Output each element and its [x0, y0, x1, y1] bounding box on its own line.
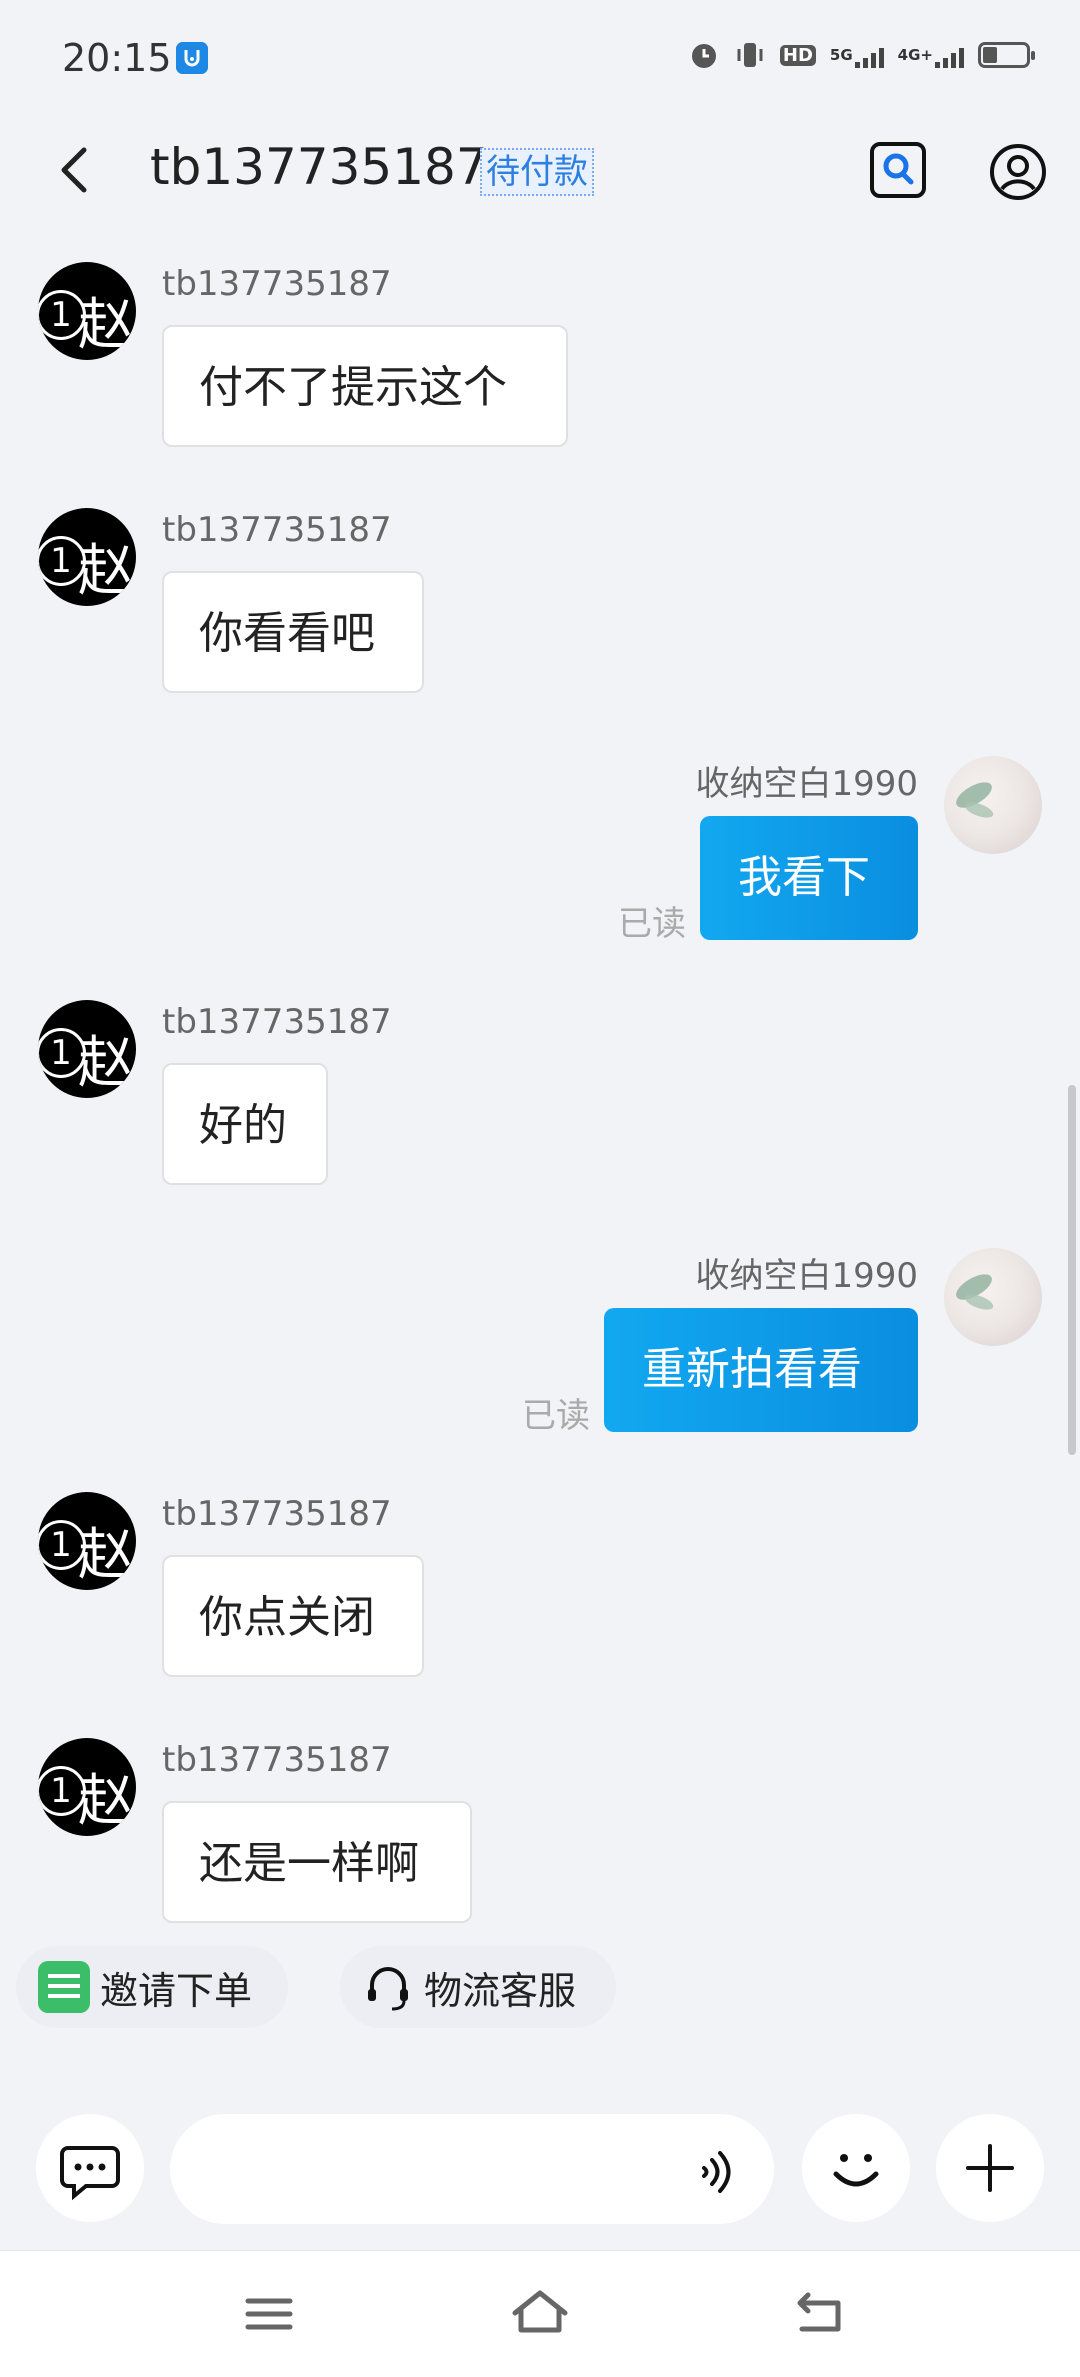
avatar[interactable] [944, 756, 1042, 854]
message-item: 1 赵 tb137735187 付不了提示这个 [0, 262, 1080, 462]
read-status: 已读 [522, 1396, 590, 1436]
back-button[interactable] [50, 142, 106, 198]
logistics-service-label: 物流客服 [424, 1968, 577, 2013]
message-item: 1 赵 tb137735187 你点关闭 [0, 1492, 1080, 1692]
avatar[interactable]: 1 赵 [38, 1492, 136, 1590]
message-item: 收纳空白1990 已读 重新拍看看 [0, 1248, 1080, 1448]
avatar[interactable]: 1 赵 [38, 262, 136, 360]
system-nav-bar [0, 2250, 1080, 2377]
headset-icon [362, 1961, 414, 2013]
search-button[interactable] [870, 142, 926, 198]
chat-mode-button[interactable] [36, 2114, 144, 2222]
voice-input-button[interactable] [690, 2144, 746, 2200]
more-button[interactable] [936, 2114, 1044, 2222]
emoji-button[interactable] [802, 2114, 910, 2222]
voice-icon [702, 2151, 731, 2193]
status-bar: 20:15 HD 5G 4G+ [0, 0, 1080, 120]
hd-icon: HD [779, 38, 816, 72]
avatar[interactable]: 1 赵 [38, 1000, 136, 1098]
signal-5g-icon: 5G [830, 38, 884, 72]
message-input[interactable] [170, 2114, 774, 2224]
sender-name: 收纳空白1990 [695, 1256, 918, 1296]
vibrate-icon [734, 38, 766, 72]
message-item: 1 赵 tb137735187 你看看吧 [0, 508, 1080, 708]
home-icon [512, 2290, 568, 2333]
message-item: 收纳空白1990 已读 我看下 [0, 756, 1080, 956]
battery-icon [978, 42, 1035, 68]
search-icon [883, 153, 914, 185]
status-icons: HD 5G 4G+ [688, 38, 1035, 72]
avatar[interactable] [944, 1248, 1042, 1346]
input-bar [0, 2100, 1080, 2240]
sender-name: tb137735187 [162, 264, 392, 304]
home-button[interactable] [509, 2283, 571, 2345]
shield-icon [176, 42, 208, 74]
read-status: 已读 [618, 904, 686, 944]
return-icon [797, 2292, 841, 2332]
scrollbar[interactable] [1068, 1085, 1076, 1455]
alarm-icon [688, 38, 720, 72]
message-bubble[interactable]: 重新拍看看 [604, 1308, 918, 1432]
invite-order-button[interactable]: 邀请下单 [16, 1946, 288, 2028]
recent-apps-button[interactable] [238, 2283, 300, 2345]
message-item: 1 赵 tb137735187 还是一样啊 [0, 1738, 1080, 1938]
chat-title: tb137735187 [150, 138, 488, 196]
logistics-service-button[interactable]: 物流客服 [340, 1946, 616, 2028]
avatar[interactable]: 1 赵 [38, 508, 136, 606]
sender-name: tb137735187 [162, 1494, 392, 1534]
sender-name: tb137735187 [162, 1740, 392, 1780]
plus-icon [966, 2144, 1014, 2192]
message-bubble[interactable]: 还是一样啊 [162, 1801, 472, 1923]
message-bubble[interactable]: 我看下 [700, 816, 918, 940]
user-icon [990, 144, 1046, 200]
back-nav-button[interactable] [790, 2283, 852, 2345]
message-bubble[interactable]: 好的 [162, 1063, 328, 1185]
profile-button[interactable] [988, 142, 1048, 202]
message-bubble[interactable]: 付不了提示这个 [162, 325, 568, 447]
chat-header: tb137735187 待付款 [0, 120, 1080, 220]
invite-order-icon [38, 1961, 90, 2013]
sender-name: tb137735187 [162, 1002, 392, 1042]
order-status-badge[interactable]: 待付款 [480, 148, 594, 196]
signal-4g-icon: 4G+ [898, 38, 964, 72]
invite-order-label: 邀请下单 [100, 1968, 253, 2013]
message-bubble[interactable]: 你点关闭 [162, 1555, 424, 1677]
sender-name: 收纳空白1990 [695, 764, 918, 804]
avatar[interactable]: 1 赵 [38, 1738, 136, 1836]
smile-icon [833, 2154, 879, 2187]
message-icon [60, 2146, 120, 2201]
message-item: 1 赵 tb137735187 好的 [0, 1000, 1080, 1200]
status-time: 20:15 [62, 36, 172, 80]
sender-name: tb137735187 [162, 510, 392, 550]
menu-icon [245, 2298, 293, 2330]
message-bubble[interactable]: 你看看吧 [162, 571, 424, 693]
chevron-left-icon [61, 147, 87, 193]
